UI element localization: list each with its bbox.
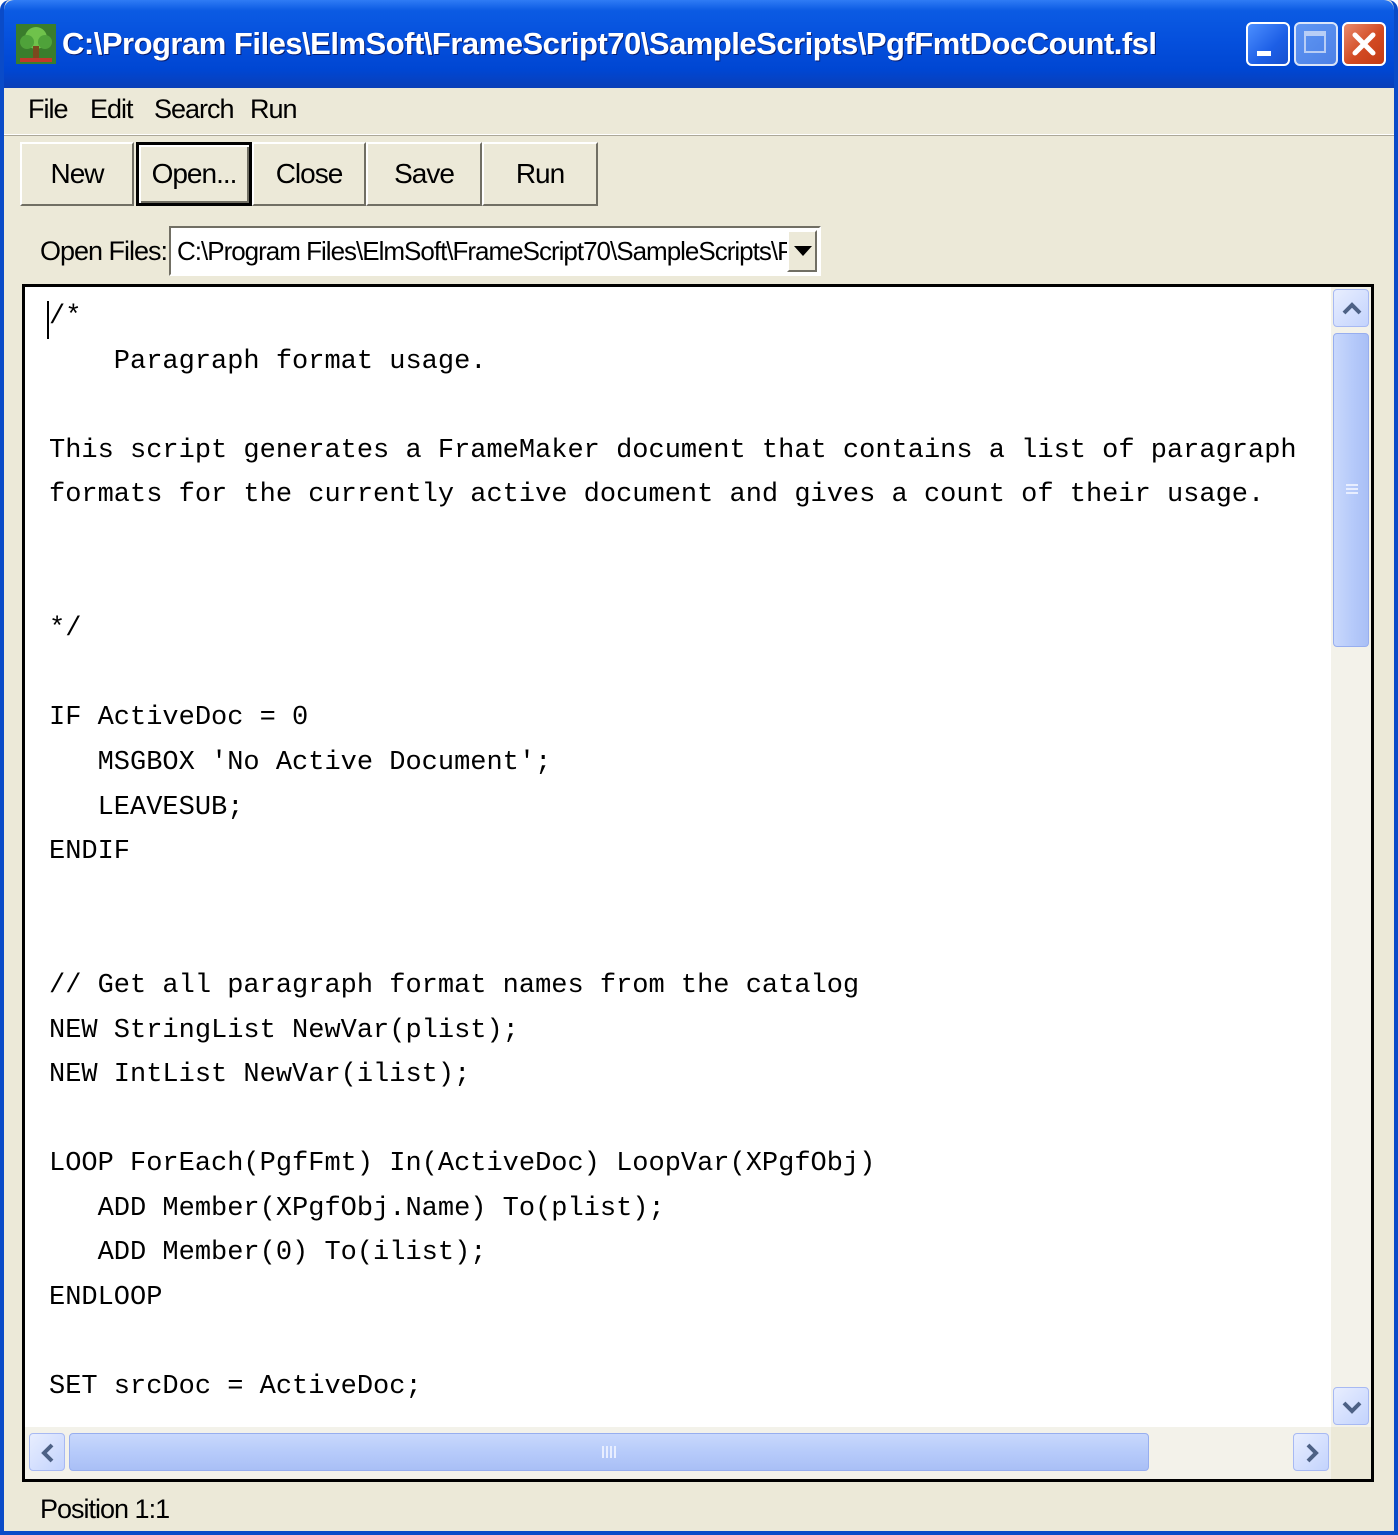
scroll-up-icon[interactable] bbox=[1333, 289, 1369, 327]
new-button[interactable]: New bbox=[20, 142, 134, 206]
window-title: C:\Program Files\ElmSoft\FrameScript70\S… bbox=[62, 26, 1157, 61]
application-window: C:\Program Files\ElmSoft\FrameScript70\S… bbox=[0, 0, 1398, 1535]
menu-run[interactable]: Run bbox=[246, 94, 301, 125]
horizontal-scroll-thumb[interactable] bbox=[69, 1433, 1149, 1471]
open-files-label: Open Files: bbox=[40, 236, 168, 266]
horizontal-scrollbar[interactable] bbox=[25, 1427, 1333, 1479]
scroll-down-icon[interactable] bbox=[1333, 1387, 1369, 1425]
menu-file[interactable]: File bbox=[24, 94, 72, 125]
close-icon[interactable] bbox=[1342, 22, 1386, 66]
menu-edit[interactable]: Edit bbox=[86, 94, 137, 125]
chevron-down-icon[interactable] bbox=[787, 230, 817, 272]
scroll-left-icon[interactable] bbox=[29, 1433, 65, 1471]
framescript-tree-icon bbox=[16, 24, 56, 64]
maximize-icon[interactable] bbox=[1294, 22, 1338, 66]
menu-bar: File Edit Search Run bbox=[4, 88, 1394, 135]
open-files-value: C:\Program Files\ElmSoft\FrameScript70\S… bbox=[177, 236, 787, 266]
status-position: Position 1:1 bbox=[40, 1494, 170, 1524]
vertical-scroll-thumb[interactable] bbox=[1333, 333, 1369, 647]
run-button[interactable]: Run bbox=[482, 142, 598, 206]
vertical-scrollbar[interactable] bbox=[1331, 287, 1371, 1427]
scroll-corner bbox=[1331, 1427, 1371, 1479]
open-button[interactable]: Open... bbox=[136, 142, 252, 206]
menu-search[interactable]: Search bbox=[150, 94, 238, 125]
minimize-icon[interactable] bbox=[1246, 22, 1290, 66]
scroll-right-icon[interactable] bbox=[1293, 1433, 1329, 1471]
close-button[interactable]: Close bbox=[252, 142, 366, 206]
open-files-dropdown[interactable]: C:\Program Files\ElmSoft\FrameScript70\S… bbox=[169, 226, 821, 276]
title-bar[interactable]: C:\Program Files\ElmSoft\FrameScript70\S… bbox=[4, 0, 1394, 88]
save-button[interactable]: Save bbox=[366, 142, 482, 206]
script-source[interactable]: /* Paragraph format usage. This script g… bbox=[49, 295, 1329, 1410]
text-caret bbox=[47, 301, 49, 339]
code-editor[interactable]: /* Paragraph format usage. This script g… bbox=[22, 284, 1374, 1482]
